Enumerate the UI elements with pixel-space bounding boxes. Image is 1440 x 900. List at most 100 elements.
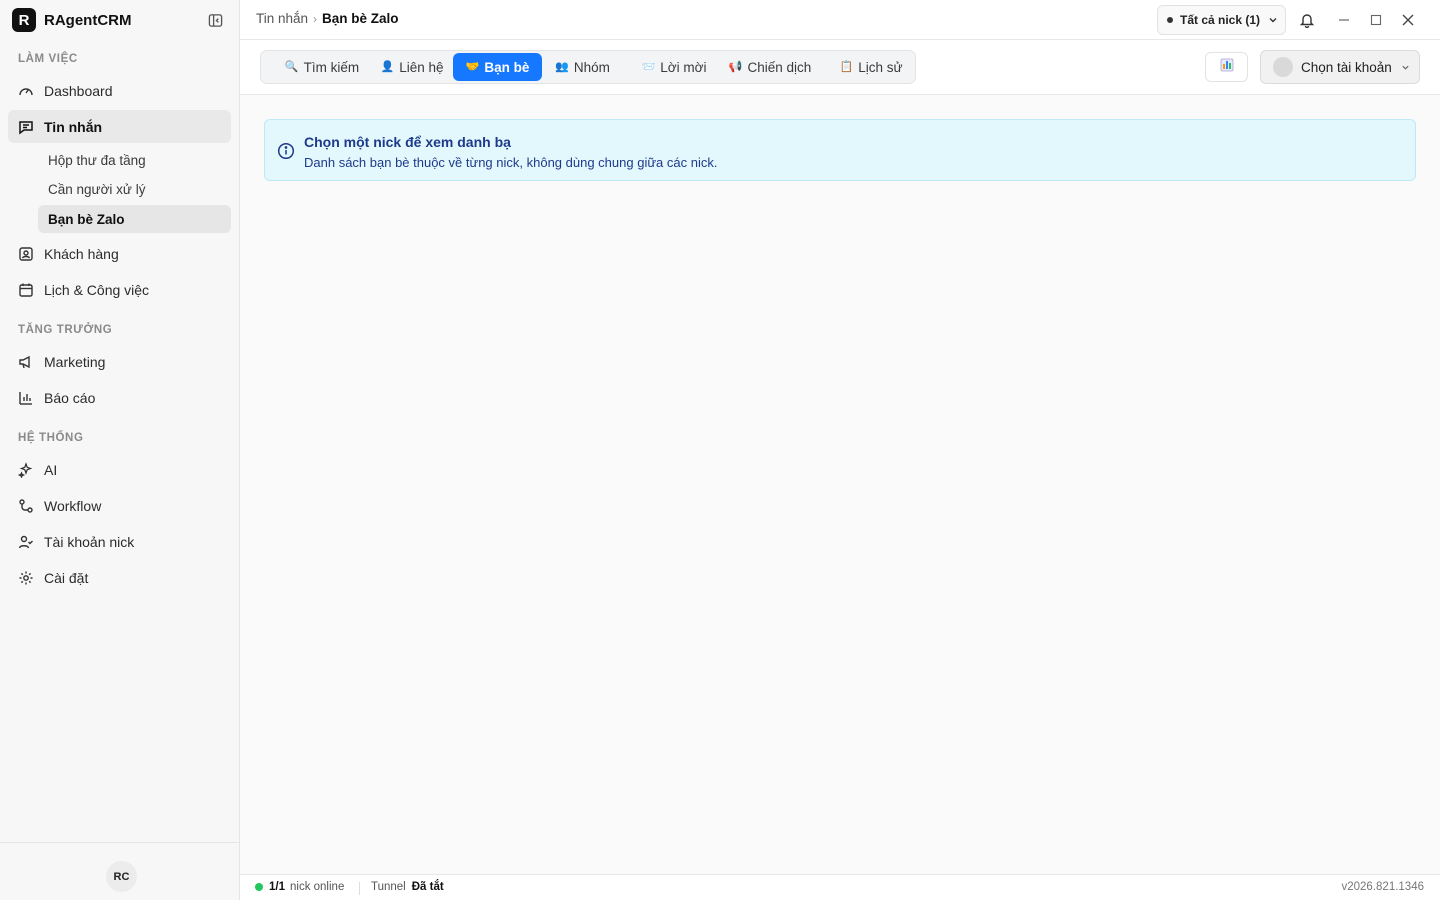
sidebar-subitem-label: Cần người xử lý bbox=[48, 181, 146, 197]
sidebar-item-label: Marketing bbox=[44, 353, 106, 370]
sidebar-item-label: Lịch & Công việc bbox=[44, 281, 150, 298]
tab-label: Lời mời bbox=[660, 59, 707, 75]
envelope-icon: 📨 bbox=[641, 60, 656, 73]
nick-filter-label: Tất cả nick (1) bbox=[1180, 13, 1261, 27]
close-icon[interactable] bbox=[1398, 10, 1418, 30]
tab-label: Tìm kiếm bbox=[303, 59, 360, 75]
online-label: nick online bbox=[290, 881, 345, 893]
megaphone-icon bbox=[18, 354, 34, 370]
contact-card-icon bbox=[18, 246, 34, 262]
account-select[interactable]: Chọn tài khoản bbox=[1260, 50, 1420, 84]
tab-label: Liên hệ bbox=[399, 59, 444, 75]
sidebar-subitem-needs-handling[interactable]: Cần người xử lý bbox=[38, 175, 231, 203]
brand-name: RAgentCRM bbox=[44, 11, 132, 29]
person-icon: 👤 bbox=[380, 60, 395, 73]
user-avatar[interactable]: RC bbox=[106, 861, 137, 892]
account-select-label: Chọn tài khoản bbox=[1301, 59, 1392, 75]
tab-invites[interactable]: 📨 Lời mời bbox=[629, 53, 719, 81]
tab-friends[interactable]: 🤝 Bạn bè bbox=[453, 53, 542, 81]
sidebar-collapse-icon[interactable] bbox=[206, 11, 224, 29]
brand-logo: R bbox=[12, 8, 36, 32]
maximize-icon[interactable] bbox=[1366, 10, 1386, 30]
minimize-icon[interactable] bbox=[1334, 10, 1354, 30]
breadcrumb-current: Bạn bè Zalo bbox=[322, 11, 399, 26]
breadcrumb-separator: › bbox=[313, 11, 318, 26]
stats-button[interactable] bbox=[1205, 52, 1248, 82]
section-label-work: LÀM VIỆC bbox=[18, 53, 78, 65]
sidebar-item-marketing[interactable]: Marketing bbox=[8, 345, 231, 378]
sidebar-item-ai[interactable]: AI bbox=[8, 453, 231, 486]
calendar-icon bbox=[18, 282, 34, 298]
nick-filter-dropdown[interactable]: Tất cả nick (1) bbox=[1157, 5, 1286, 35]
info-alert: Chọn một nick để xem danh bạ Danh sách b… bbox=[264, 119, 1416, 181]
brand[interactable]: R RAgentCRM bbox=[12, 7, 132, 33]
gauge-icon bbox=[18, 83, 34, 99]
breadcrumb: Tin nhắn › Bạn bè Zalo bbox=[256, 11, 399, 26]
tunnel-value: Đã tắt bbox=[411, 881, 444, 893]
sidebar-subitem-label: Bạn bè Zalo bbox=[48, 211, 125, 227]
sidebar-item-messages[interactable]: Tin nhắn bbox=[8, 110, 231, 143]
info-icon bbox=[277, 142, 295, 160]
app-version: v2026.821.1346 bbox=[1341, 881, 1425, 893]
handshake-icon: 🤝 bbox=[465, 60, 480, 73]
workflow-icon bbox=[18, 498, 34, 514]
sidebar-item-label: Tin nhắn bbox=[44, 118, 103, 135]
sidebar-subitem-label: Hộp thư đa tầng bbox=[48, 152, 146, 168]
sidebar-item-label: AI bbox=[44, 461, 58, 478]
sidebar-item-reports[interactable]: Báo cáo bbox=[8, 381, 231, 414]
tunnel-label: Tunnel bbox=[371, 881, 406, 893]
sidebar-item-settings[interactable]: Cài đặt bbox=[8, 561, 231, 594]
online-status: 1/1 nick online bbox=[255, 881, 344, 893]
sidebar-subitem-zalo-friends[interactable]: Bạn bè Zalo bbox=[38, 205, 231, 233]
chevron-down-icon bbox=[1401, 63, 1410, 72]
sidebar-item-nick-accounts[interactable]: Tài khoản nick bbox=[8, 525, 231, 558]
chart-icon bbox=[1220, 58, 1234, 77]
tab-label: Lịch sử bbox=[858, 59, 903, 75]
sidebar-item-calendar[interactable]: Lịch & Công việc bbox=[8, 273, 231, 306]
sidebar-item-label: Tài khoản nick bbox=[44, 533, 135, 550]
tab-history[interactable]: 📋 Lịch sử bbox=[831, 53, 911, 81]
tab-contacts[interactable]: 👤 Liên hệ bbox=[367, 53, 457, 81]
tab-groups[interactable]: 👥 Nhóm bbox=[545, 53, 620, 81]
sidebar-item-workflow[interactable]: Workflow bbox=[8, 489, 231, 522]
sidebar-footer: RC bbox=[0, 842, 239, 900]
bar-chart-icon bbox=[18, 390, 34, 406]
sidebar-item-label: Workflow bbox=[44, 497, 102, 514]
clipboard-icon: 📋 bbox=[839, 60, 854, 73]
tunnel-status: Tunnel Đã tắt bbox=[371, 881, 444, 893]
user-check-icon bbox=[18, 534, 34, 550]
breadcrumb-parent[interactable]: Tin nhắn bbox=[256, 11, 308, 26]
sidebar-subitem-inbox[interactable]: Hộp thư đa tầng bbox=[38, 146, 231, 174]
status-divider bbox=[359, 882, 360, 895]
alert-title: Chọn một nick để xem danh bạ bbox=[304, 134, 511, 150]
sidebar-item-label: Dashboard bbox=[44, 82, 113, 99]
tab-search[interactable]: 🔍 Tìm kiếm bbox=[267, 53, 377, 81]
magnifier-icon: 🔍 bbox=[284, 60, 299, 73]
section-label-growth: TĂNG TRƯỞNG bbox=[18, 324, 113, 336]
sparkles-icon bbox=[18, 461, 34, 478]
message-icon bbox=[18, 119, 34, 135]
topbar: Tin nhắn › Bạn bè Zalo Tất cả nick (1) bbox=[240, 0, 1440, 40]
gear-icon bbox=[18, 570, 34, 586]
sidebar-item-label: Cài đặt bbox=[44, 569, 89, 586]
tab-label: Bạn bè bbox=[484, 59, 530, 75]
sidebar: R RAgentCRM LÀM VIỆC Dashboard Tin nhắn … bbox=[0, 0, 240, 900]
section-label-system: HỆ THỐNG bbox=[18, 432, 84, 444]
toolbar: 🔍 Tìm kiếm 👤 Liên hệ 🤝 Bạn bè 👥 Nhóm 📨 L… bbox=[240, 40, 1440, 95]
people-icon: 👥 bbox=[555, 60, 569, 73]
status-bar: 1/1 nick online Tunnel Đã tắt v2026.821.… bbox=[240, 874, 1440, 900]
account-avatar bbox=[1273, 57, 1293, 77]
sidebar-item-dashboard[interactable]: Dashboard bbox=[8, 74, 231, 107]
tab-label: Chiến dịch bbox=[747, 59, 812, 75]
sidebar-item-label: Khách hàng bbox=[44, 245, 119, 262]
tab-bar: 🔍 Tìm kiếm 👤 Liên hệ 🤝 Bạn bè 👥 Nhóm 📨 L… bbox=[260, 50, 916, 84]
alert-description: Danh sách bạn bè thuộc về từng nick, khô… bbox=[304, 155, 718, 170]
online-count: 1/1 bbox=[269, 881, 285, 893]
tab-label: Nhóm bbox=[573, 59, 610, 75]
status-dot bbox=[1167, 17, 1173, 23]
online-dot bbox=[255, 883, 263, 891]
bell-icon[interactable] bbox=[1297, 10, 1317, 30]
megaphone-icon: 📢 bbox=[728, 60, 743, 73]
sidebar-item-customers[interactable]: Khách hàng bbox=[8, 237, 231, 270]
tab-campaigns[interactable]: 📢 Chiến dịch bbox=[720, 53, 820, 81]
